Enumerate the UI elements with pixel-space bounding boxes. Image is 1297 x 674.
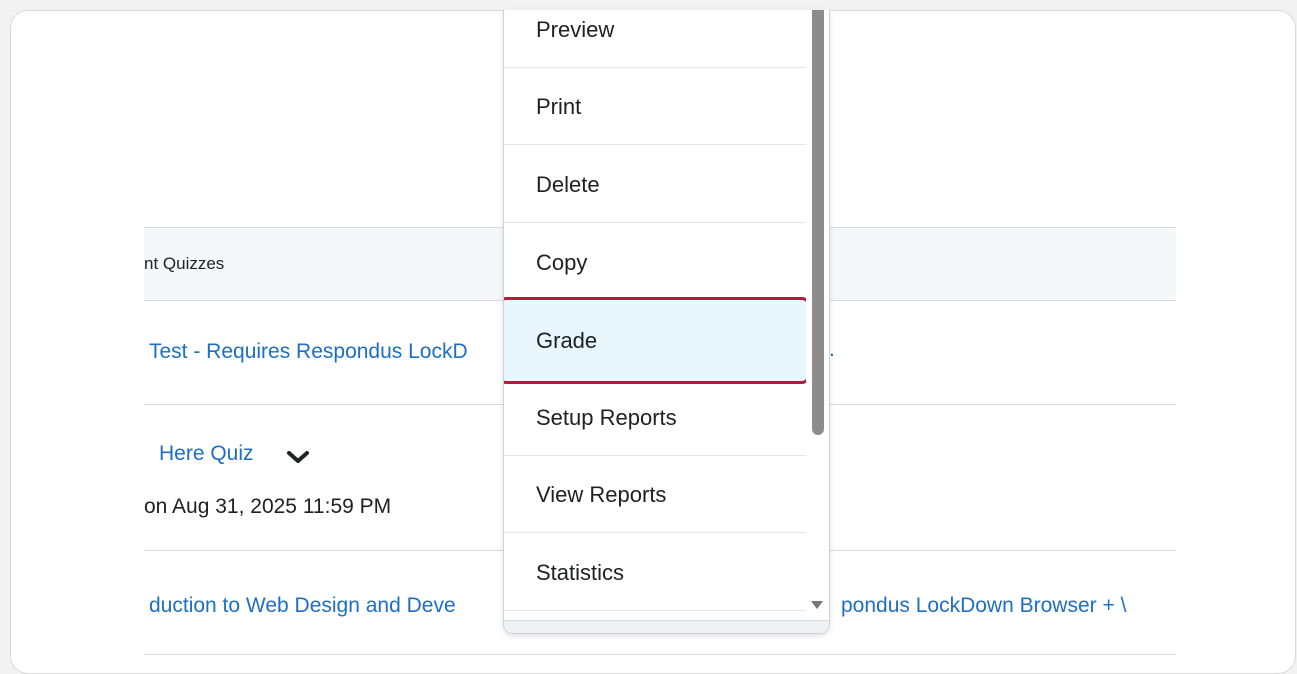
table-header-label: nt Quizzes — [144, 254, 225, 273]
menu-item-grade[interactable]: Grade — [504, 297, 810, 384]
menu-scrollbar-thumb[interactable] — [812, 10, 824, 435]
menu-item-print[interactable]: Print — [504, 68, 806, 145]
menu-item-preview[interactable]: Preview — [504, 10, 806, 68]
quiz-context-menu: Preview Print Delete Copy Grade Setup Re… — [503, 10, 830, 634]
scroll-down-arrow-icon[interactable] — [811, 601, 823, 609]
divider — [144, 654, 1176, 655]
menu-item-statistics[interactable]: Statistics — [504, 534, 806, 611]
menu-item-copy[interactable]: Copy — [504, 224, 806, 301]
chevron-down-icon[interactable] — [285, 449, 311, 465]
menu-item-setup-reports[interactable]: Setup Reports — [504, 379, 806, 456]
menu-item-view-reports[interactable]: View Reports — [504, 456, 806, 533]
quiz-link-web-design-tail[interactable]: pondus LockDown Browser + \ — [841, 594, 1126, 618]
quiz-due-date: on Aug 31, 2025 11:59 PM — [144, 495, 392, 518]
quiz-link-respondus-test[interactable]: Test - Requires Respondus LockD — [149, 340, 468, 364]
menu-item-delete[interactable]: Delete — [504, 146, 806, 223]
quiz-link-start-here[interactable]: Here Quiz — [159, 442, 254, 466]
quiz-link-web-design[interactable]: duction to Web Design and Deve — [149, 594, 456, 618]
menu-footer — [504, 620, 829, 633]
